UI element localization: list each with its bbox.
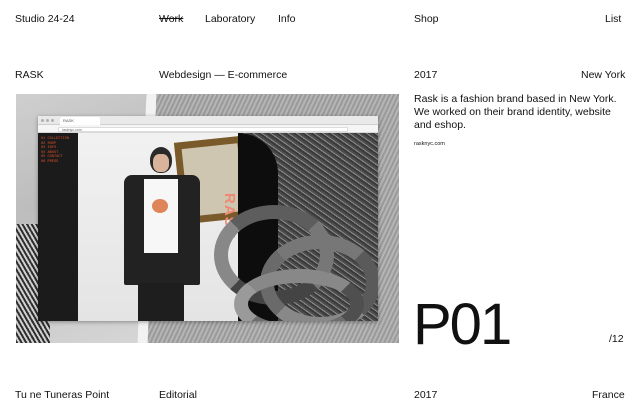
- project-url-link[interactable]: rasknyc.com: [414, 141, 445, 148]
- browser-url: rasknyc.com: [58, 126, 348, 132]
- next-project-category: Editorial: [159, 389, 197, 401]
- site-nav: 01 COLLECTION 02 SHOP 03 INFO 04 ABOUT 0…: [38, 133, 78, 321]
- site-nav-item: 01 COLLECTION: [41, 137, 70, 141]
- snake-engraving: [214, 205, 378, 321]
- project-category: Webdesign — E-commerce: [159, 69, 288, 81]
- nav-work[interactable]: Work: [159, 14, 183, 25]
- next-project-year: 2017: [414, 389, 438, 401]
- project-year: 2017: [414, 69, 438, 81]
- nav-list[interactable]: List: [605, 14, 621, 25]
- nav-shop[interactable]: Shop: [414, 14, 439, 25]
- project-preview-image[interactable]: RASK rasknyc.com 01 COLLECTION 02 SHOP 0…: [16, 94, 399, 343]
- project-count: /12: [609, 333, 624, 345]
- next-project-location: France: [592, 389, 625, 401]
- project-index: P01: [413, 292, 512, 357]
- project-name[interactable]: RASK: [15, 70, 44, 81]
- website-preview: 01 COLLECTION 02 SHOP 03 INFO 04 ABOUT 0…: [38, 133, 378, 321]
- next-project-name[interactable]: Tu ne Tuneras Point: [15, 390, 109, 401]
- browser-tab: RASK: [60, 117, 100, 125]
- nav-info[interactable]: Info: [278, 14, 296, 25]
- browser-titlebar: RASK: [38, 116, 378, 125]
- studio-logo-link[interactable]: Studio 24-24: [15, 14, 75, 25]
- browser-mockup: RASK rasknyc.com 01 COLLECTION 02 SHOP 0…: [38, 116, 378, 321]
- model-figure: [116, 147, 206, 321]
- project-location: New York: [581, 69, 626, 81]
- browser-addressbar: rasknyc.com: [38, 125, 378, 133]
- site-nav-item: 06 PRESS: [41, 159, 59, 164]
- project-description: Rask is a fashion brand based in New Yor…: [414, 93, 617, 131]
- nav-laboratory[interactable]: Laboratory: [205, 14, 255, 25]
